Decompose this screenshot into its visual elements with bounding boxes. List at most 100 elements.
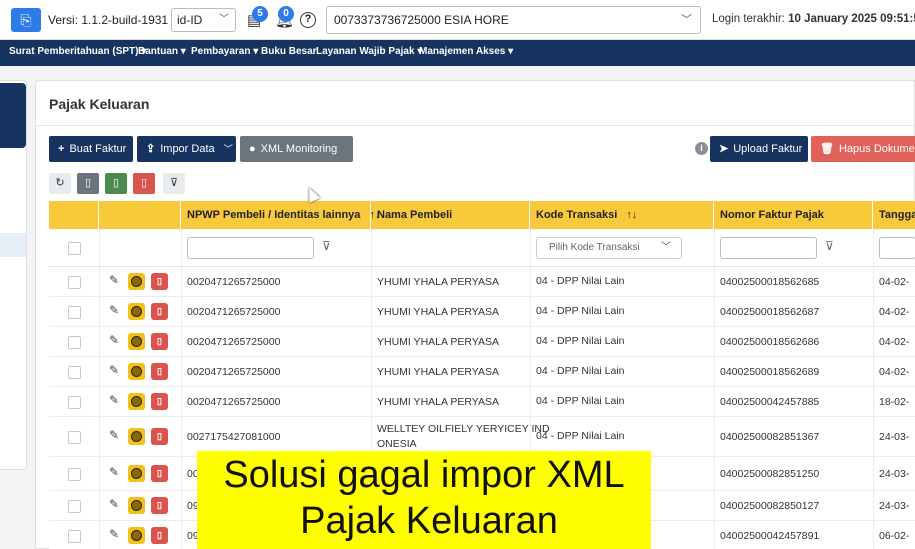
info-icon[interactable]: i — [695, 142, 708, 155]
header-nomor[interactable]: Nomor Faktur Pajak — [714, 201, 873, 229]
upload-faktur-button[interactable]: ➤ Upload Faktur — [710, 136, 808, 162]
pdf-icon[interactable]: ▯ — [151, 363, 168, 380]
help-icon[interactable]: ? — [300, 12, 316, 28]
clear-filter-icon[interactable]: ⊽ — [163, 173, 185, 194]
buat-faktur-button[interactable]: + Buat Faktur — [49, 136, 133, 162]
upload-icon: ⇪ — [146, 143, 156, 155]
view-icon[interactable] — [128, 465, 145, 482]
pdf-icon[interactable]: ▯ — [151, 393, 168, 410]
nav-item-spt[interactable]: Surat Pemberitahuan (SPT) ▾ — [9, 46, 146, 57]
caption-line-2: Pajak Keluaran — [300, 500, 558, 542]
tanggal-cell: 04-02- — [879, 366, 910, 378]
table-row[interactable]: ✎ ▯ 0020471265725000 YHUMI YHALA PERYASA 04 … — [49, 357, 915, 387]
edit-icon[interactable]: ✎ — [109, 497, 119, 511]
view-icon[interactable] — [128, 527, 145, 544]
pdf-icon[interactable]: ▯ — [151, 428, 168, 445]
send-icon: ➤ — [719, 143, 729, 155]
sidebar-item-active[interactable] — [0, 233, 26, 257]
row-checkbox[interactable] — [68, 366, 81, 379]
excel-icon[interactable]: ▯ — [105, 173, 127, 194]
xml-monitoring-button[interactable]: ● XML Monitoring — [240, 136, 353, 162]
nav-item-buku-besar[interactable]: Buku Besar — [261, 46, 317, 57]
taxpayer-value: 0073373736725000 ESIA HORE — [334, 13, 509, 27]
nomor-cell: 04002500082850127 — [720, 500, 820, 512]
row-checkbox[interactable] — [68, 431, 81, 444]
header-npwp[interactable]: NPWP Pembeli / Identitas lainnya ↑↓ — [181, 201, 380, 229]
header-kode[interactable]: Kode Transaksi ↑↓ — [530, 201, 714, 229]
edit-icon[interactable]: ✎ — [109, 363, 119, 377]
buat-faktur-label: Buat Faktur — [69, 143, 127, 155]
view-icon[interactable] — [128, 333, 145, 350]
pdf-icon[interactable]: ▯ — [151, 303, 168, 320]
kode-cell: 04 - DPP Nilai Lain — [536, 430, 625, 442]
nomor-cell: 04002500018562689 — [720, 366, 820, 378]
row-checkbox[interactable] — [68, 500, 81, 513]
row-checkbox[interactable] — [68, 306, 81, 319]
tanggal-filter-input[interactable] — [879, 237, 915, 259]
last-login-value: 10 January 2025 09:51:58 — [788, 13, 915, 25]
nav-item-pembayaran[interactable]: Pembayaran ▾ — [191, 46, 258, 57]
header-nama[interactable]: Nama Pembeli — [371, 201, 530, 229]
header-nomor-label: Nomor Faktur Pajak — [720, 209, 824, 221]
npwp-cell: 0027175427081000 — [187, 431, 281, 443]
nav-item-manajemen-akses[interactable]: Manajemen Akses ▾ — [419, 46, 513, 57]
filter-icon[interactable]: ⊽ — [322, 239, 331, 253]
pdf-icon[interactable]: ▯ — [151, 273, 168, 290]
filter-icon[interactable]: ⊽ — [825, 239, 834, 253]
edit-icon[interactable]: ✎ — [109, 428, 119, 442]
view-icon[interactable] — [128, 303, 145, 320]
pdf-icon[interactable]: ▯ — [151, 497, 168, 514]
main-nav: Surat Pemberitahuan (SPT) ▾ Bantuan ▾ Pe… — [0, 40, 915, 66]
pdf-icon[interactable]: ▯ — [151, 333, 168, 350]
edit-icon[interactable]: ✎ — [109, 465, 119, 479]
pdf-icon[interactable]: ▯ — [151, 527, 168, 544]
edit-icon[interactable]: ✎ — [109, 303, 119, 317]
row-checkbox[interactable] — [68, 336, 81, 349]
refresh-icon[interactable]: ↻ — [49, 173, 71, 194]
table-row[interactable]: ✎ ▯ 0020471265725000 YHUMI YHALA PERYASA 04 … — [49, 267, 915, 297]
edit-icon[interactable]: ✎ — [109, 527, 119, 541]
app-menu-button[interactable]: ⎘ — [11, 8, 41, 32]
row-checkbox[interactable] — [68, 530, 81, 543]
nomor-filter-input[interactable] — [720, 237, 817, 259]
pdf-icon[interactable]: ▯ — [133, 173, 155, 194]
view-icon[interactable] — [128, 273, 145, 290]
taxpayer-select[interactable]: 0073373736725000 ESIA HORE ﹀ — [326, 6, 701, 34]
npwp-filter-input[interactable] — [187, 237, 314, 259]
plus-icon: + — [58, 143, 65, 155]
hapus-dokumen-label: Hapus Dokumen — [838, 143, 915, 155]
language-select[interactable]: id-ID ﹀ — [171, 8, 236, 32]
view-icon[interactable] — [128, 428, 145, 445]
table-row[interactable]: ✎ ▯ 0020471265725000 YHUMI YHALA PERYASA 04 … — [49, 297, 915, 327]
header-npwp-label: NPWP Pembeli / Identitas lainnya — [187, 209, 361, 221]
kode-transaksi-filter[interactable]: Pilih Kode Transaksi ﹀ — [536, 237, 682, 259]
tanggal-cell: 04-02- — [879, 276, 910, 288]
row-checkbox[interactable] — [68, 396, 81, 409]
view-icon[interactable] — [128, 497, 145, 514]
table-row[interactable]: ✎ ▯ 0020471265725000 YHUMI YHALA PERYASA 04 … — [49, 387, 915, 417]
kode-cell: 04 - DPP Nilai Lain — [536, 335, 625, 347]
row-checkbox[interactable] — [68, 468, 81, 481]
view-icon[interactable] — [128, 393, 145, 410]
table-row[interactable]: ✎ ▯ 0020471265725000 YHUMI YHALA PERYASA 04 … — [49, 327, 915, 357]
tanggal-cell: 24-03- — [879, 431, 910, 443]
nav-item-bantuan[interactable]: Bantuan ▾ — [138, 46, 186, 57]
npwp-cell: 0020471265725000 — [187, 276, 281, 288]
divider — [36, 125, 915, 126]
pdf-icon[interactable]: ▯ — [151, 465, 168, 482]
view-icon[interactable] — [128, 363, 145, 380]
select-all-checkbox[interactable] — [68, 242, 81, 255]
nav-item-layanan-wp[interactable]: Layanan Wajib Pajak ▾ — [316, 46, 422, 57]
edit-icon[interactable]: ✎ — [109, 333, 119, 347]
sort-icon[interactable]: ↑↓ — [626, 209, 637, 221]
document-count-badge: 5 — [252, 6, 268, 22]
impor-data-button[interactable]: ⇪ Impor Data ﹀ — [137, 136, 236, 162]
edit-icon[interactable]: ✎ — [109, 393, 119, 407]
filter-row: ⊽ Pilih Kode Transaksi ﹀ ⊽ — [49, 229, 915, 267]
header-tanggal[interactable]: Tanggal — [873, 201, 915, 229]
edit-icon[interactable]: ✎ — [109, 273, 119, 287]
row-checkbox[interactable] — [68, 276, 81, 289]
kode-filter-placeholder: Pilih Kode Transaksi — [549, 242, 640, 253]
file-icon[interactable]: ▯ — [77, 173, 99, 194]
hapus-dokumen-button[interactable]: 🗑︎ Hapus Dokumen — [811, 136, 915, 162]
